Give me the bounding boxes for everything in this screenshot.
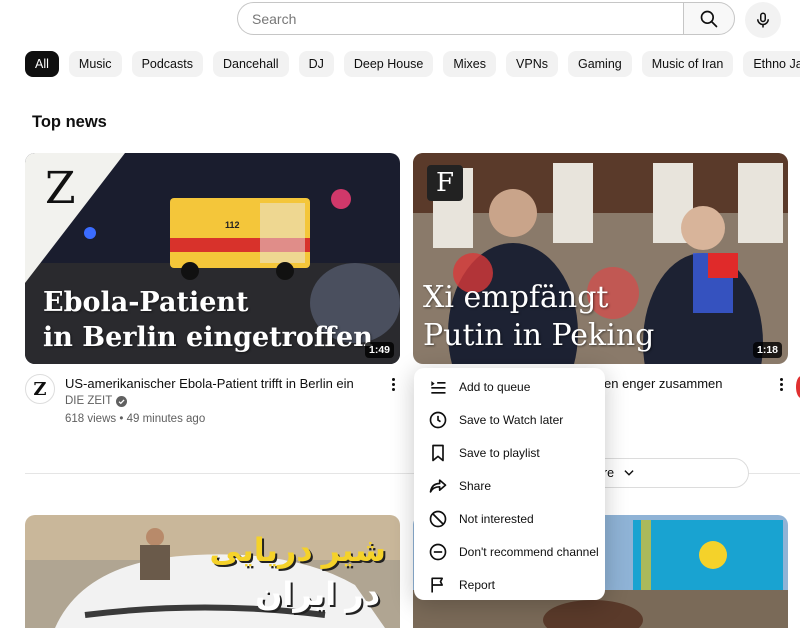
menu-label: Not interested xyxy=(459,511,534,526)
kebab-dot xyxy=(391,377,395,381)
menu-dont-recommend-channel[interactable]: Don't recommend channel xyxy=(414,535,605,568)
partial-avatar xyxy=(796,376,800,398)
kebab-dot xyxy=(391,382,395,386)
view-count: 618 views xyxy=(65,413,117,425)
thumbnail-subtitle-rtl: در ایران xyxy=(255,576,380,612)
channel-logo-overlay: Z xyxy=(45,163,76,214)
meta-separator: • xyxy=(119,413,127,425)
channel-name-text: DIE ZEIT xyxy=(65,395,113,407)
video-meta: 618 views • 49 minutes ago xyxy=(65,413,205,425)
section-title: Top news xyxy=(32,113,107,131)
thumbnail-title-line1: Ebola-Patient xyxy=(43,287,249,318)
kebab-dot xyxy=(779,382,783,386)
chip-dancehall[interactable]: Dancehall xyxy=(212,51,289,77)
thumbnail-title-line2: in Berlin eingetroffen xyxy=(43,322,373,353)
search-input[interactable] xyxy=(237,2,683,35)
channel-name[interactable]: DIE ZEIT xyxy=(65,395,128,407)
kebab-dot xyxy=(779,387,783,391)
menu-add-to-queue[interactable]: Add to queue xyxy=(414,370,605,403)
bookmark-icon xyxy=(432,444,444,461)
filter-chips: All Music Podcasts Dancehall DJ Deep Hou… xyxy=(25,51,800,77)
chevron-down-icon xyxy=(624,470,634,476)
search-button[interactable] xyxy=(683,2,735,35)
thumbnail-title-rtl: شیر دریایی xyxy=(209,532,386,568)
search-bar xyxy=(237,2,735,35)
video-title[interactable]: US-amerikanischer Ebola-Patient trifft i… xyxy=(65,376,354,391)
menu-label: Report xyxy=(459,577,496,592)
chip-music-of-iran[interactable]: Music of Iran xyxy=(641,51,734,77)
chip-dj[interactable]: DJ xyxy=(298,51,334,77)
upload-age: 49 minutes ago xyxy=(126,413,206,425)
channel-logo-overlay: F xyxy=(427,165,463,201)
chip-deep-house[interactable]: Deep House xyxy=(343,51,434,77)
menu-label: Share xyxy=(459,478,492,493)
search-icon xyxy=(700,10,718,27)
thumbnail-title-line1: Xi empfängt xyxy=(423,280,609,315)
chip-podcasts[interactable]: Podcasts xyxy=(131,51,203,77)
channel-avatar[interactable]: Z xyxy=(25,374,55,404)
clock-icon xyxy=(429,411,447,428)
chip-all[interactable]: All xyxy=(25,51,59,77)
menu-label: Add to queue xyxy=(459,379,531,394)
menu-label: Save to playlist xyxy=(459,445,540,460)
thumbnail-title-line2: Putin in Peking xyxy=(423,318,655,353)
menu-save-to-playlist[interactable]: Save to playlist xyxy=(414,436,605,469)
menu-label: Save to Watch later xyxy=(459,412,564,427)
menu-share[interactable]: Share xyxy=(414,469,605,502)
microphone-icon xyxy=(757,12,769,28)
chip-ethno-jazz[interactable]: Ethno Jazz xyxy=(743,51,800,77)
menu-report[interactable]: Report xyxy=(414,568,605,601)
queue-icon xyxy=(431,380,446,394)
more-actions-button[interactable] xyxy=(385,374,401,394)
menu-not-interested[interactable]: Not interested xyxy=(414,502,605,535)
video-duration: 1:18 xyxy=(752,342,782,358)
block-icon xyxy=(429,510,447,527)
kebab-dot xyxy=(779,377,783,381)
context-menu: Add to queue Save to Watch later Save to… xyxy=(414,368,605,600)
flag-icon xyxy=(431,577,443,592)
kebab-dot xyxy=(391,387,395,391)
verified-icon xyxy=(116,395,128,407)
chip-vpns[interactable]: VPNs xyxy=(506,51,558,77)
chip-mixes[interactable]: Mixes xyxy=(443,51,497,77)
video-thumbnail-2[interactable]: F Xi empfängt Putin in Peking 1:18 xyxy=(413,153,788,364)
menu-label: Don't recommend channel xyxy=(459,544,599,559)
video-title-partial[interactable]: en enger zusammen xyxy=(604,376,723,391)
chip-gaming[interactable]: Gaming xyxy=(567,51,632,77)
menu-save-watch-later[interactable]: Save to Watch later xyxy=(414,403,605,436)
video-duration: 1:49 xyxy=(364,342,394,358)
ambulance-label: 112 xyxy=(225,220,240,230)
minus-circle-icon xyxy=(429,543,447,560)
share-icon xyxy=(429,478,447,493)
chip-music[interactable]: Music xyxy=(68,51,122,77)
video-thumbnail-3[interactable]: شیر دریایی در ایران xyxy=(25,515,400,628)
video-thumbnail-1[interactable]: Z 112 Ebola-Patient in Berlin eingetroff… xyxy=(25,153,400,364)
more-actions-button[interactable] xyxy=(773,374,789,394)
voice-search-button[interactable] xyxy=(745,2,781,38)
